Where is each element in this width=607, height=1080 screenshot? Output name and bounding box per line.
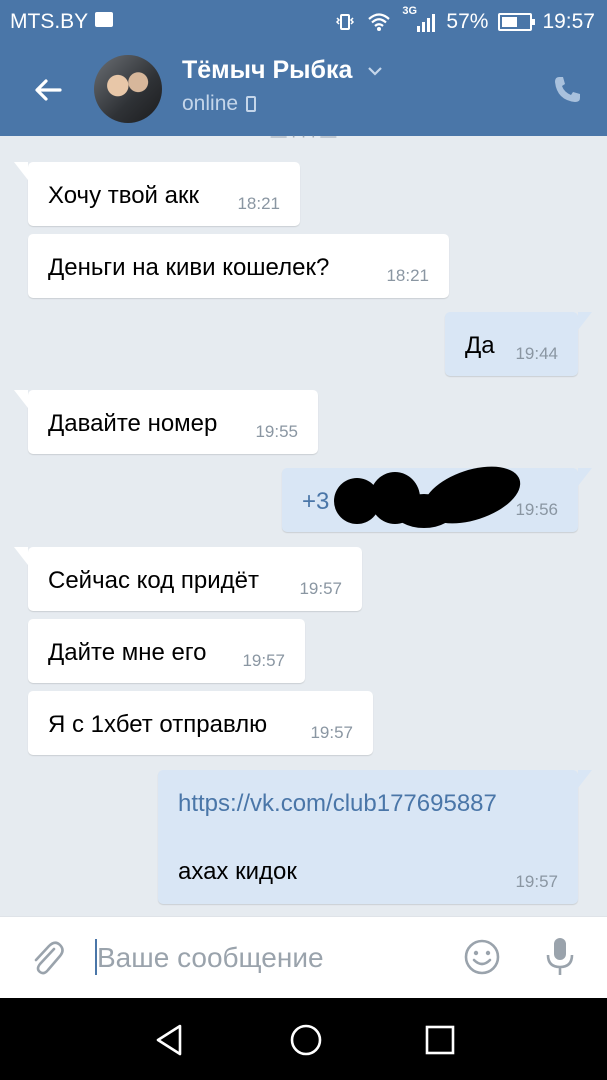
- phone-number-text: +3: [302, 488, 330, 515]
- message-text: Сейчас код придёт: [48, 567, 259, 594]
- message-incoming[interactable]: Деньги на киви кошелек? 18:21: [28, 234, 449, 298]
- message-text: Деньги на киви кошелек?: [48, 254, 330, 281]
- microphone-icon[interactable]: [540, 935, 580, 979]
- message-incoming[interactable]: Я с 1хбет отправлю 19:57: [28, 691, 373, 755]
- nav-recents-icon[interactable]: [422, 1022, 458, 1058]
- message-outgoing[interactable]: https://vk.com/club177695887 ахах кидок …: [158, 770, 592, 904]
- bubble-tail: [578, 468, 592, 486]
- mobile-device-icon: [246, 96, 257, 112]
- message-text: Дайте мне его: [48, 639, 207, 666]
- message-time: 19:57: [299, 579, 342, 598]
- message-input[interactable]: [97, 939, 437, 977]
- nav-home-icon[interactable]: [286, 1020, 326, 1060]
- battery-percent: 57%: [446, 10, 489, 33]
- message-outgoing[interactable]: Да 19:44: [445, 312, 592, 376]
- bubble-tail: [578, 312, 592, 330]
- status-bar-right: 3G 57% 19:57: [334, 5, 595, 34]
- message-time: 19:55: [255, 422, 298, 441]
- signal-icon: [417, 14, 436, 32]
- clock: 19:57: [542, 10, 595, 33]
- paperclip-icon[interactable]: [28, 937, 66, 979]
- message-text: Хочу твой акк: [48, 182, 199, 209]
- network-type: 3G: [402, 5, 418, 17]
- avatar[interactable]: [94, 55, 162, 123]
- vibrate-icon: [336, 14, 355, 30]
- chevron-down-icon: [368, 67, 383, 76]
- message-list[interactable]: — · · · — Хочу твой акк 18:21 Деньги на …: [0, 128, 607, 916]
- battery-icon: [498, 13, 536, 31]
- message-incoming[interactable]: Дайте мне его 19:57: [28, 619, 305, 683]
- message-incoming[interactable]: Хочу твой акк 18:21: [14, 162, 300, 226]
- contact-name-label: Тёмыч Рыбка: [182, 56, 353, 84]
- carrier-name: MTS.BY: [10, 10, 89, 33]
- bubble-tail: [14, 390, 28, 408]
- message-incoming[interactable]: Давайте номер 19:55: [14, 390, 318, 454]
- message-time: 19:57: [242, 651, 285, 670]
- message-time: 18:21: [237, 194, 280, 213]
- bubble-tail: [14, 547, 28, 565]
- message-outgoing[interactable]: +3 19:56: [282, 455, 592, 535]
- wifi-icon: [368, 13, 391, 31]
- message-link[interactable]: https://vk.com/club177695887: [178, 790, 497, 818]
- nav-back-icon[interactable]: [150, 1020, 190, 1060]
- message-text: ахах кидок: [178, 858, 297, 885]
- message-time: 19:57: [310, 723, 353, 742]
- message-incoming[interactable]: Сейчас код придёт 19:57: [14, 547, 362, 611]
- contact-name[interactable]: Тёмыч Рыбка: [182, 56, 383, 85]
- online-status-label: online: [182, 92, 239, 115]
- chat-header: Тёмыч Рыбка online: [0, 42, 607, 136]
- message-text: Давайте номер: [48, 410, 218, 437]
- message-time: 19:57: [515, 872, 558, 891]
- phone-icon[interactable]: [549, 72, 585, 108]
- bubble-tail: [578, 770, 592, 788]
- message-text: Да: [465, 332, 495, 359]
- message-time: 19:44: [515, 344, 558, 363]
- cell-signal: 3G: [402, 5, 436, 33]
- online-status: online: [182, 92, 257, 116]
- smiley-icon[interactable]: [462, 937, 502, 977]
- message-time: 18:21: [386, 266, 429, 285]
- sms-notification-icon: [95, 12, 113, 27]
- date-separator: — · · · —: [270, 128, 337, 140]
- arrow-left-icon[interactable]: [26, 68, 70, 112]
- status-bar: MTS.BY 3G 57% 19:57: [0, 0, 607, 42]
- message-text: Я с 1хбет отправлю: [48, 711, 268, 738]
- bubble-tail: [14, 162, 28, 180]
- message-time: 19:56: [515, 500, 558, 519]
- system-navigation-bar: [0, 998, 607, 1080]
- composer-bar: [0, 916, 607, 999]
